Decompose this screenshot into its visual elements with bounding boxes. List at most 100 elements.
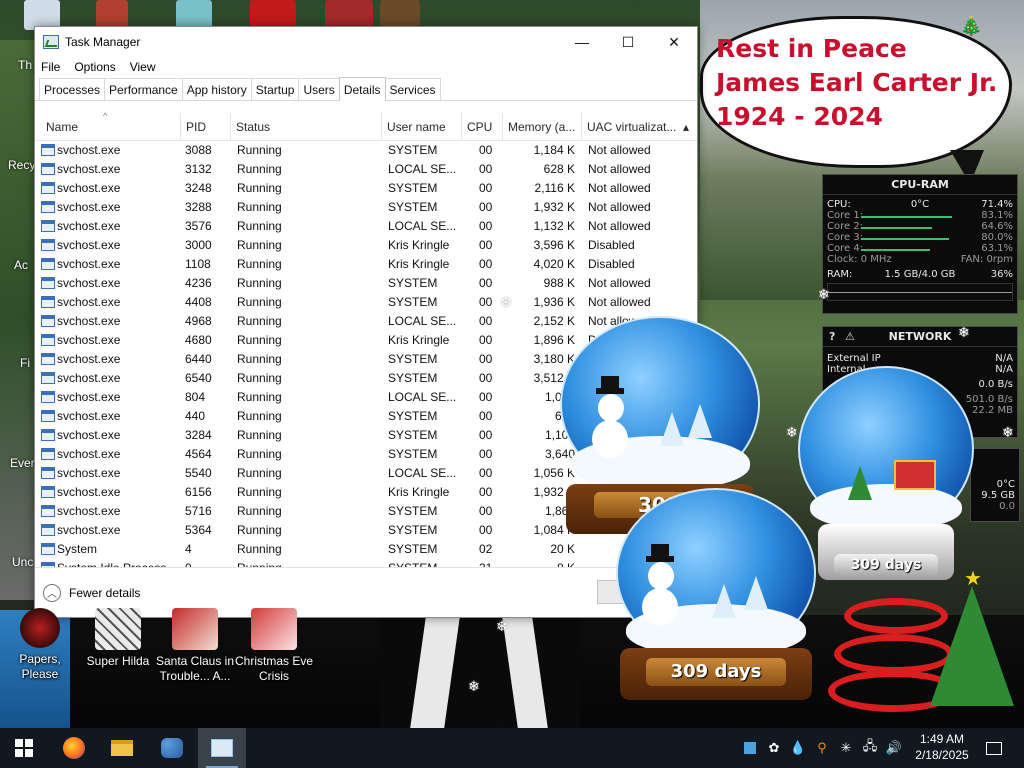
cell-name: svchost.exe: [57, 314, 121, 328]
taskbar-clock[interactable]: 1:49 AM 2/18/2025: [912, 731, 972, 763]
column-memory[interactable]: Memory (a...: [503, 113, 582, 141]
cell-pid: 3284: [185, 428, 212, 442]
table-row[interactable]: svchost.exe 3248 Running SYSTEM 00 2,116 K Not…: [35, 179, 697, 198]
table-row[interactable]: svchost.exe 4408 Running SYSTEM 00 1,936 K Not…: [35, 293, 697, 312]
core-row: Core 3: 80.0%: [823, 232, 1017, 243]
desktop-label-partial[interactable]: Th: [18, 58, 32, 72]
tab-services[interactable]: Services: [384, 78, 441, 100]
cell-status: Running: [237, 523, 282, 537]
cell-pid: 6156: [185, 485, 212, 499]
cell-user: Kris Kringle: [388, 257, 450, 271]
taskbar-task-manager[interactable]: [198, 728, 246, 768]
cell-cpu: 00: [479, 162, 493, 176]
tab-processes[interactable]: Processes: [39, 78, 106, 100]
cell-status: Running: [237, 466, 282, 480]
snow-globe[interactable]: 309 days: [616, 488, 816, 703]
cell-cpu: 00: [479, 238, 493, 252]
tab-users[interactable]: Users: [298, 78, 340, 100]
cell-pid: 804: [185, 390, 206, 404]
process-icon: [41, 182, 55, 194]
cell-name: svchost.exe: [57, 390, 121, 404]
tray-cluster-icon[interactable]: ✿: [766, 740, 782, 756]
desktop-icon-label: Christmas Eve Crisis: [234, 654, 314, 683]
cell-pid: 3288: [185, 200, 212, 214]
process-icon: [41, 429, 55, 441]
desktop-label-partial[interactable]: Recy: [8, 158, 35, 172]
process-icon: [41, 220, 55, 232]
taskbar-people[interactable]: [148, 728, 196, 768]
tree-icon: [712, 584, 736, 618]
desktop-label-partial[interactable]: Ac: [14, 258, 28, 272]
cell-memory: 628 K: [543, 162, 575, 176]
table-row[interactable]: svchost.exe 1108 Running Kris Kringle 00 4,02…: [35, 255, 697, 274]
tray-star-icon[interactable]: ✳: [838, 740, 854, 756]
scroll-up-icon[interactable]: ▴: [679, 113, 695, 141]
core-label: Core 1:: [827, 210, 864, 221]
menu-view[interactable]: View: [130, 60, 156, 74]
desktop-label-partial[interactable]: Ever: [10, 456, 35, 470]
cell-cpu: 00: [479, 257, 493, 271]
cell-cpu: 00: [479, 333, 493, 347]
cell-status: Running: [237, 162, 282, 176]
cell-user: LOCAL SE...: [388, 219, 457, 233]
maximize-button[interactable]: ☐: [605, 27, 651, 57]
table-row[interactable]: svchost.exe 3288 Running SYSTEM 00 1,932 K Not…: [35, 198, 697, 217]
menu-options[interactable]: Options: [74, 60, 115, 74]
taskbar-firefox[interactable]: [50, 728, 98, 768]
warning-icon: ⚠: [845, 330, 855, 343]
desktop-icon-christmas-eve-crisis[interactable]: Christmas Eve Crisis: [234, 608, 314, 684]
table-row[interactable]: svchost.exe 4236 Running SYSTEM 00 988 K Not a…: [35, 274, 697, 293]
cell-pid: 4408: [185, 295, 212, 309]
tab-app-history[interactable]: App history: [181, 78, 252, 100]
file-explorer-icon: [111, 740, 133, 756]
menu-file[interactable]: File: [41, 60, 60, 74]
minimize-button[interactable]: —: [559, 27, 605, 57]
desktop-icon-super-hilda[interactable]: Super Hilda: [78, 608, 158, 669]
speech-bubble-text: Rest in Peace James Earl Carter Jr. 1924…: [716, 32, 1006, 134]
cell-pid: 4680: [185, 333, 212, 347]
tray-drop-icon[interactable]: 💧: [790, 740, 806, 756]
drive-value: 0.0: [999, 501, 1015, 512]
fewer-details-link[interactable]: Fewer details: [69, 586, 140, 600]
column-cpu[interactable]: CPU: [462, 113, 503, 141]
tray-square-icon[interactable]: [742, 740, 758, 756]
close-button[interactable]: ✕: [651, 27, 697, 57]
desktop-icon-papers-please[interactable]: Papers, Please: [0, 608, 80, 682]
chevron-up-icon[interactable]: ︿: [43, 583, 61, 602]
column-user-name[interactable]: User name: [382, 113, 462, 141]
column-status[interactable]: Status: [231, 113, 382, 141]
tray-network-icon[interactable]: 🖧: [862, 738, 878, 756]
desktop-label-partial[interactable]: Unc: [12, 555, 33, 569]
table-row[interactable]: svchost.exe 3000 Running Kris Kringle 00 3,59…: [35, 236, 697, 255]
tab-startup[interactable]: Startup: [250, 78, 300, 100]
drive-gadget[interactable]: 0°C 9.5 GB 0.0: [970, 448, 1020, 522]
column-uac[interactable]: UAC virtualizat...: [582, 113, 678, 141]
tray-volume-icon[interactable]: 🔊: [886, 740, 902, 756]
snowflake-icon: ❄: [468, 678, 480, 694]
taskbar-file-explorer[interactable]: [98, 728, 146, 768]
snow-globe[interactable]: 309 days: [798, 366, 974, 590]
column-pid[interactable]: PID: [181, 113, 231, 141]
process-icon: [41, 505, 55, 517]
wallpaper-suit: [380, 610, 580, 730]
tab-performance[interactable]: Performance: [104, 78, 183, 100]
desktop-icon-santa-claus[interactable]: Santa Claus in Trouble... A...: [155, 608, 235, 684]
notification-button[interactable]: [970, 728, 1018, 768]
help-icon[interactable]: ?: [829, 327, 835, 347]
desktop-label-partial[interactable]: Fi: [20, 356, 30, 370]
cpu-ram-gadget[interactable]: CPU-RAM CPU: 0°C 71.4% Core 1: 83.1% Cor…: [822, 174, 1018, 314]
column-name[interactable]: Name: [41, 113, 181, 141]
process-icon: [41, 524, 55, 536]
table-row[interactable]: svchost.exe 3576 Running LOCAL SE... 00 1,132…: [35, 217, 697, 236]
table-row[interactable]: svchost.exe 3088 Running SYSTEM 00 1,184 K Not…: [35, 141, 697, 160]
start-button[interactable]: [0, 728, 48, 768]
cell-user: SYSTEM: [388, 542, 438, 556]
cell-memory: 988 K: [543, 276, 575, 290]
table-row[interactable]: System Idle Process 0 Running SYSTEM 318 K: [35, 559, 697, 567]
title-bar[interactable]: Task Manager — ☐ ✕: [35, 27, 697, 57]
tray-search-icon[interactable]: ⚲: [814, 740, 830, 756]
clock-row: Clock: 0 MHz FAN: 0rpm: [823, 254, 1017, 265]
table-row[interactable]: svchost.exe 3132 Running LOCAL SE... 00 628 K…: [35, 160, 697, 179]
tab-details[interactable]: Details: [338, 77, 386, 101]
table-row[interactable]: System 4 Running SYSTEM 02 20 K: [35, 540, 697, 559]
